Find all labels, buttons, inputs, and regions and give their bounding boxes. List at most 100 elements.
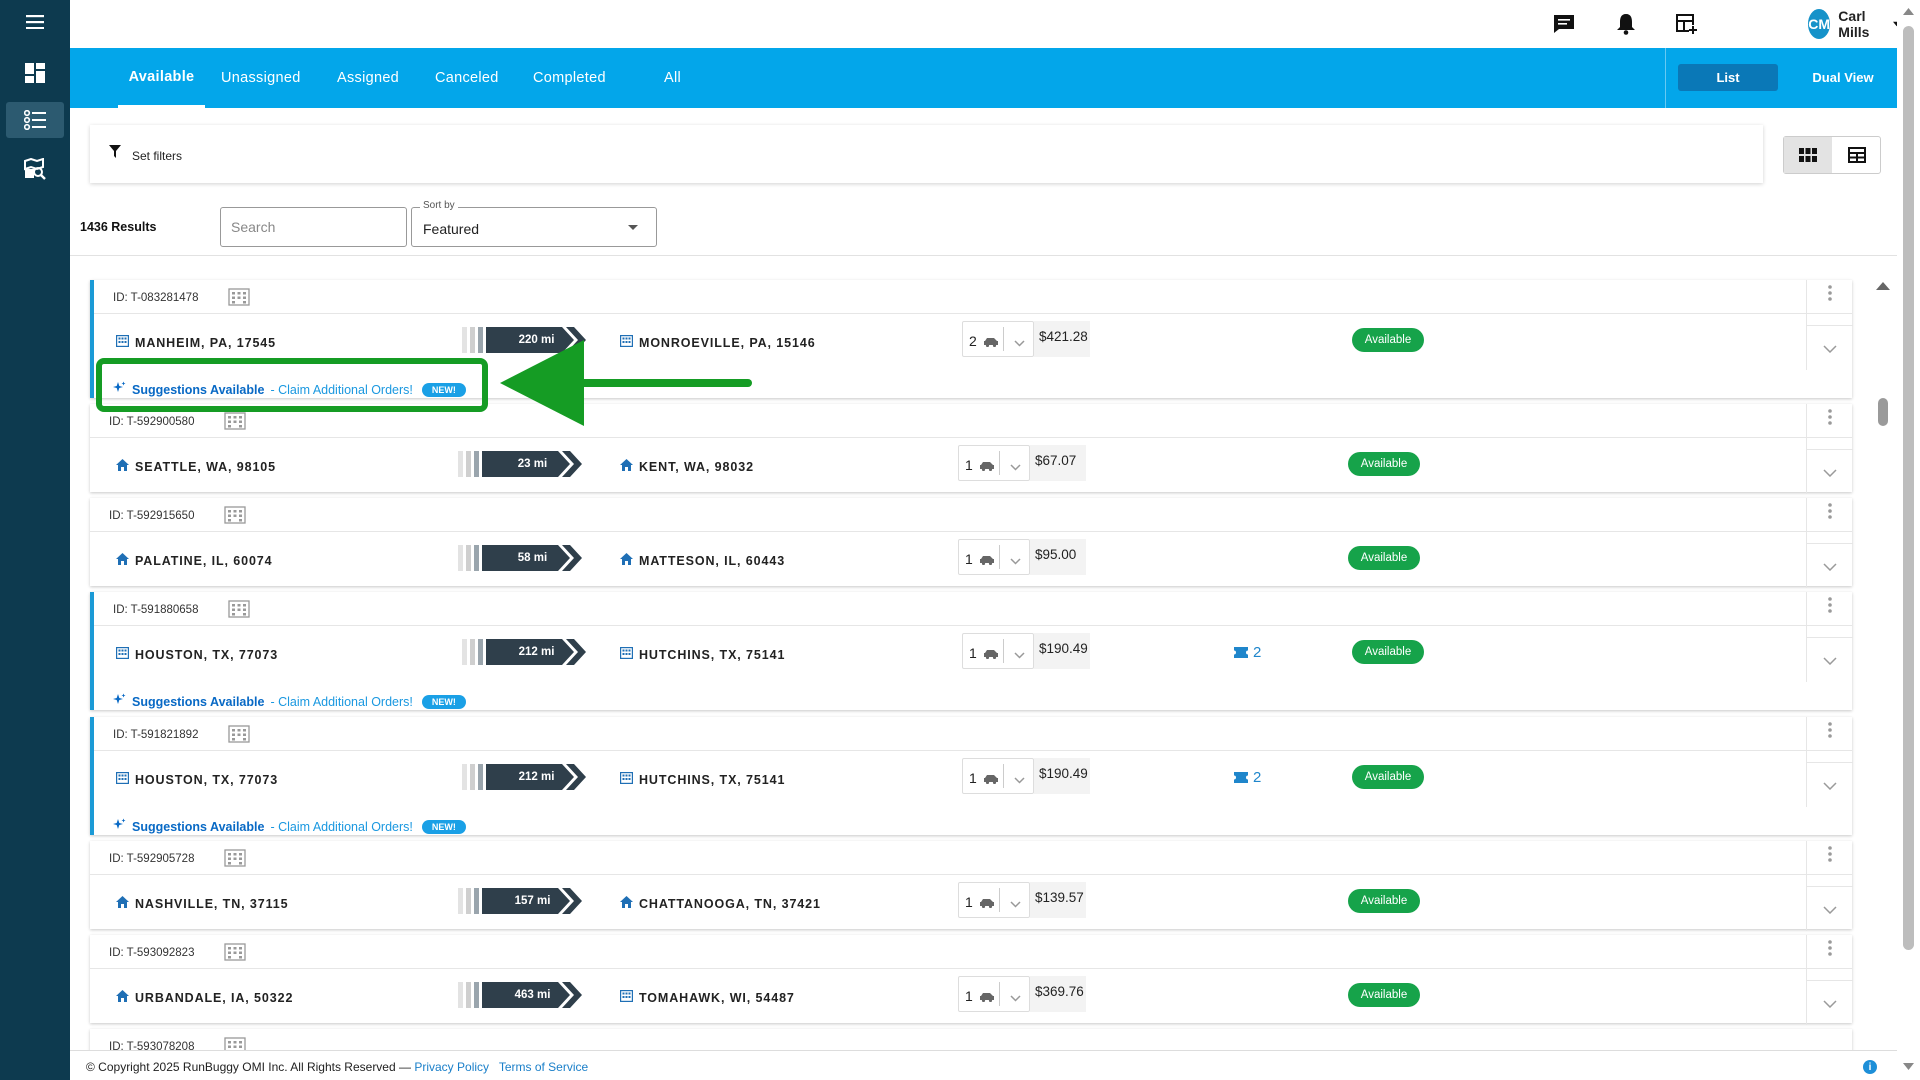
destination-location: HUTCHINS, TX, 75141 bbox=[620, 647, 785, 662]
sort-label: Sort by bbox=[420, 200, 458, 211]
suggestions-title: Suggestions Available bbox=[132, 694, 265, 709]
page-scrollbar[interactable] bbox=[1897, 0, 1920, 1080]
orders-list-icon[interactable] bbox=[6, 102, 64, 138]
scroll-down-icon[interactable] bbox=[1903, 1063, 1914, 1070]
tab-canceled[interactable]: Canceled bbox=[435, 48, 499, 108]
status-badge: Available bbox=[1352, 765, 1424, 789]
sparkle-icon bbox=[112, 818, 126, 835]
scroll-up-icon[interactable] bbox=[1903, 8, 1914, 15]
origin-text: NASHVILLE, TN, 37115 bbox=[135, 896, 289, 911]
vehicle-quantity-select[interactable]: 1 bbox=[958, 882, 1030, 918]
menu-icon[interactable] bbox=[6, 4, 64, 40]
distance-text: 58 mi bbox=[517, 552, 548, 564]
expand-chevron-icon[interactable] bbox=[1823, 777, 1837, 795]
building-icon bbox=[116, 335, 130, 350]
tab-completed[interactable]: Completed bbox=[533, 48, 606, 108]
tab-assigned[interactable]: Assigned bbox=[337, 48, 399, 108]
help-icon[interactable]: i bbox=[1863, 1060, 1877, 1074]
expand-chevron-icon[interactable] bbox=[1823, 464, 1837, 482]
order-price: $95.00 bbox=[1030, 539, 1086, 575]
notifications-bell-icon[interactable] bbox=[1614, 12, 1638, 36]
suggestions-banner[interactable]: Suggestions Available - Claim Additional … bbox=[112, 818, 466, 835]
tab-unassigned[interactable]: Unassigned bbox=[221, 48, 301, 108]
vehicle-quantity-select[interactable]: 1 bbox=[958, 539, 1030, 575]
page-scroll-thumb[interactable] bbox=[1903, 26, 1914, 950]
order-actions bbox=[1806, 592, 1853, 682]
more-options-icon[interactable] bbox=[1828, 722, 1832, 743]
order-card[interactable]: ID: T-591880658 HOUSTON, TX, 77073 212 mi H… bbox=[90, 592, 1853, 710]
filter-panel[interactable]: Set filters bbox=[90, 125, 1763, 183]
search-input[interactable] bbox=[220, 207, 407, 247]
claim-orders-link[interactable]: - Claim Additional Orders! bbox=[270, 820, 412, 834]
more-options-icon[interactable] bbox=[1828, 409, 1832, 430]
user-menu[interactable]: CM Carl Mills bbox=[1808, 8, 1900, 40]
car-icon bbox=[979, 458, 995, 476]
more-options-icon[interactable] bbox=[1828, 285, 1832, 306]
map-search-icon[interactable] bbox=[6, 151, 64, 187]
chat-icon[interactable] bbox=[1552, 12, 1576, 36]
order-card[interactable]: ID: T-592900580 SEATTLE, WA, 98105 23 mi KE… bbox=[90, 404, 1853, 494]
building-icon bbox=[620, 772, 634, 787]
dashboard-icon[interactable] bbox=[6, 55, 64, 91]
more-options-icon[interactable] bbox=[1828, 846, 1832, 867]
vehicle-count: 1 bbox=[965, 988, 973, 1004]
building-icon bbox=[224, 849, 246, 872]
order-card[interactable]: ID: T-592905728 NASHVILLE, TN, 37115 157 m… bbox=[90, 841, 1853, 931]
table-view-icon[interactable] bbox=[1833, 137, 1881, 173]
chevron-down-icon bbox=[1010, 895, 1021, 913]
layout-add-icon[interactable] bbox=[1675, 12, 1699, 36]
order-price: $67.07 bbox=[1030, 445, 1086, 481]
order-actions bbox=[1806, 717, 1853, 807]
sort-select[interactable]: Sort by Featured bbox=[411, 200, 657, 247]
sort-value: Featured bbox=[423, 221, 480, 237]
expand-chevron-icon[interactable] bbox=[1823, 652, 1837, 670]
view-toggle: List Dual View bbox=[1665, 48, 1897, 108]
order-price: $139.57 bbox=[1030, 882, 1086, 918]
tab-all[interactable]: All bbox=[664, 48, 681, 108]
expand-chevron-icon[interactable] bbox=[1823, 558, 1837, 576]
order-route-row: PALATINE, IL, 60074 58 mi MATTESON, IL, 60… bbox=[90, 498, 1853, 588]
vehicle-count: 1 bbox=[969, 645, 977, 661]
origin-location: SEATTLE, WA, 98105 bbox=[116, 459, 276, 474]
new-badge: NEW! bbox=[421, 819, 466, 834]
distance-chip: 212 mi bbox=[462, 761, 594, 793]
destination-location: KENT, WA, 98032 bbox=[620, 459, 754, 474]
privacy-policy-link[interactable]: Privacy Policy bbox=[414, 1060, 489, 1074]
more-options-icon[interactable] bbox=[1828, 940, 1832, 961]
vehicle-quantity-select[interactable]: 2 bbox=[962, 321, 1034, 357]
ticket-count-text: 2 bbox=[1253, 644, 1262, 661]
terms-of-service-link[interactable]: Terms of Service bbox=[499, 1060, 588, 1074]
vehicle-quantity-select[interactable]: 1 bbox=[958, 976, 1030, 1012]
vehicle-quantity-select[interactable]: 1 bbox=[962, 633, 1034, 669]
origin-location: HOUSTON, TX, 77073 bbox=[116, 647, 278, 662]
building-icon bbox=[620, 990, 634, 1005]
ticket-count[interactable]: 2 bbox=[1234, 644, 1261, 661]
list-view-button[interactable]: List bbox=[1678, 64, 1778, 91]
expand-chevron-icon[interactable] bbox=[1823, 901, 1837, 919]
suggestions-banner[interactable]: Suggestions Available - Claim Additional … bbox=[112, 693, 466, 710]
vehicle-quantity-select[interactable]: 1 bbox=[958, 445, 1030, 481]
list-scrollbar[interactable] bbox=[1872, 278, 1894, 1048]
building-icon bbox=[116, 647, 130, 662]
order-card[interactable]: ID: T-592915650 PALATINE, IL, 60074 58 mi M… bbox=[90, 498, 1853, 588]
expand-chevron-icon[interactable] bbox=[1823, 340, 1837, 358]
vehicle-quantity-select[interactable]: 1 bbox=[962, 758, 1034, 794]
origin-location: NASHVILLE, TN, 37115 bbox=[116, 896, 288, 911]
divider bbox=[70, 255, 1897, 256]
more-options-icon[interactable] bbox=[1828, 503, 1832, 524]
status-badge: Available bbox=[1348, 983, 1420, 1007]
home-icon bbox=[116, 459, 129, 474]
order-card[interactable]: ID: T-593092823 URBANDALE, IA, 50322 463 m… bbox=[90, 935, 1853, 1025]
order-price: $369.76 bbox=[1030, 976, 1086, 1012]
layout-toggle bbox=[1783, 136, 1881, 174]
ticket-count[interactable]: 2 bbox=[1234, 769, 1261, 786]
list-scroll-thumb[interactable] bbox=[1878, 398, 1888, 426]
tab-available[interactable]: Available bbox=[118, 48, 205, 108]
order-card[interactable]: ID: T-591821892 HOUSTON, TX, 77073 212 mi H… bbox=[90, 717, 1853, 835]
dual-view-button[interactable]: Dual View bbox=[1793, 64, 1893, 91]
scroll-up-icon[interactable] bbox=[1876, 282, 1890, 290]
expand-chevron-icon[interactable] bbox=[1823, 995, 1837, 1013]
claim-orders-link[interactable]: - Claim Additional Orders! bbox=[270, 695, 412, 709]
more-options-icon[interactable] bbox=[1828, 597, 1832, 618]
grid-view-icon[interactable] bbox=[1784, 137, 1832, 173]
